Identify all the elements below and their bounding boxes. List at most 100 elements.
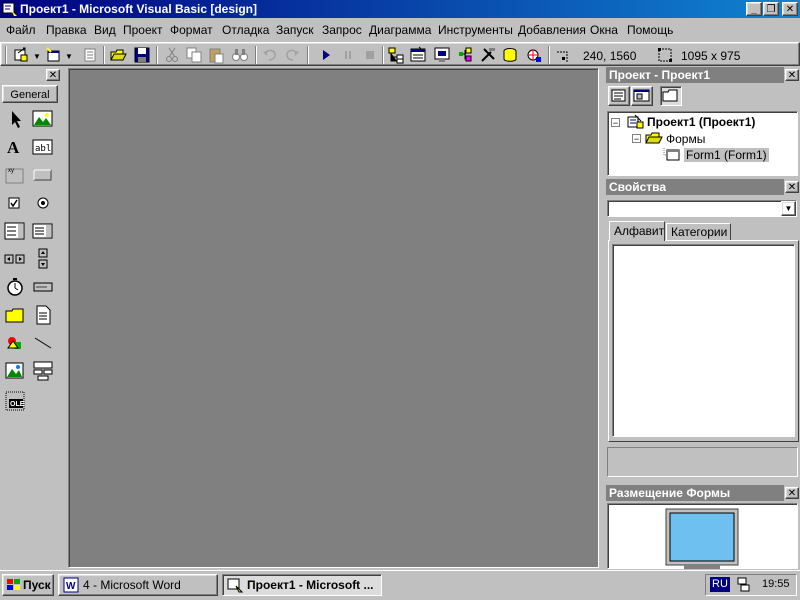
paste-icon[interactable]: [207, 46, 225, 64]
checkbox-tool[interactable]: [4, 192, 26, 214]
toggle-folders-button[interactable]: [660, 86, 682, 106]
tab-categorized[interactable]: Категории: [666, 223, 731, 241]
project-explorer-icon[interactable]: [387, 46, 405, 64]
start-icon[interactable]: [317, 46, 335, 64]
mdi-workspace[interactable]: [68, 68, 599, 568]
start-label: Пуск: [23, 578, 51, 592]
toolbar-separator: [307, 46, 309, 64]
data-view-icon[interactable]: [502, 46, 520, 64]
menu-view[interactable]: Вид: [94, 23, 116, 37]
view-object-icon: [633, 89, 650, 102]
properties-window-icon[interactable]: [409, 46, 427, 64]
taskbar-word-button[interactable]: W 4 - Microsoft Word: [58, 574, 218, 596]
label-tool[interactable]: A: [4, 136, 26, 158]
toolbar-grip[interactable]: [5, 46, 7, 64]
menu-help[interactable]: Помощь: [627, 23, 673, 37]
menu-run[interactable]: Запуск: [276, 23, 314, 37]
form-layout-area[interactable]: [607, 503, 798, 569]
ole-tool[interactable]: OLE: [4, 390, 26, 412]
chevron-down-icon[interactable]: ▼: [781, 201, 796, 216]
picturebox-tool[interactable]: [32, 108, 54, 130]
monitor-icon: [665, 508, 739, 569]
maximize-button[interactable]: ❐: [763, 2, 779, 16]
menu-editor-icon[interactable]: [81, 46, 99, 64]
vscrollbar-tool[interactable]: [32, 248, 54, 270]
undo-icon[interactable]: [261, 46, 279, 64]
shape-tool[interactable]: [4, 332, 26, 354]
svg-text:A: A: [7, 138, 20, 157]
menu-format[interactable]: Формат: [170, 23, 213, 37]
drivelistbox-tool[interactable]: [32, 276, 54, 298]
network-icon[interactable]: [736, 576, 750, 594]
save-icon[interactable]: [133, 46, 151, 64]
line-tool[interactable]: [32, 332, 54, 354]
start-button[interactable]: Пуск: [2, 574, 54, 596]
menu-edit[interactable]: Правка: [46, 23, 87, 37]
properties-panel-close-button[interactable]: ✕: [785, 181, 799, 193]
commandbutton-tool[interactable]: [32, 164, 54, 186]
frame-icon: xy: [5, 168, 24, 184]
data-tool[interactable]: [32, 360, 54, 382]
collapse-toggle[interactable]: −: [611, 118, 620, 128]
menu-project[interactable]: Проект: [123, 23, 163, 37]
add-project-icon[interactable]: [13, 46, 31, 64]
form-layout-panel-close-button[interactable]: ✕: [785, 487, 799, 499]
add-form-dropdown-icon[interactable]: ▼: [65, 52, 73, 61]
tab-alphabetic[interactable]: Алфавит: [609, 221, 665, 241]
clock: 19:55: [762, 578, 790, 590]
filelistbox-tool[interactable]: [32, 304, 54, 326]
visual-component-manager-icon[interactable]: [525, 46, 543, 64]
cut-icon[interactable]: [163, 46, 181, 64]
title-bar[interactable]: Проект1 - Microsoft Visual Basic [design…: [0, 0, 800, 18]
tree-forms-folder[interactable]: Формы: [666, 132, 705, 146]
object-browser-icon[interactable]: [456, 46, 474, 64]
project-tree[interactable]: − Проект1 (Проект1) − Формы Form1 (Form1…: [607, 111, 798, 176]
close-button[interactable]: ✕: [782, 2, 798, 16]
menu-diagram[interactable]: Диаграмма: [369, 23, 431, 37]
menu-window[interactable]: Окна: [590, 23, 618, 37]
menu-query[interactable]: Запрос: [322, 23, 362, 37]
project-panel-close-button[interactable]: ✕: [785, 69, 799, 81]
copy-icon[interactable]: [185, 46, 203, 64]
properties-grid[interactable]: [612, 244, 795, 437]
object-selector-combobox[interactable]: ▼: [607, 200, 797, 217]
stop-icon[interactable]: [361, 46, 379, 64]
menu-tools[interactable]: Инструменты: [438, 23, 513, 37]
toolbar-separator: [255, 46, 257, 64]
menu-bar: Файл Правка Вид Проект Формат Отладка За…: [0, 20, 800, 40]
word-icon: W: [63, 577, 79, 593]
hscrollbar-tool[interactable]: [4, 248, 26, 270]
dirlistbox-tool[interactable]: [4, 304, 26, 326]
add-form-icon[interactable]: [45, 46, 63, 64]
minimize-button[interactable]: _: [746, 2, 762, 16]
toolbox-close-button[interactable]: ✕: [46, 69, 60, 81]
menu-debug[interactable]: Отладка: [222, 23, 269, 37]
tree-project-node[interactable]: Проект1 (Проект1): [647, 115, 755, 129]
menu-addins[interactable]: Добавления: [518, 23, 586, 37]
menu-file[interactable]: Файл: [6, 23, 36, 37]
image-tool[interactable]: [4, 360, 26, 382]
language-indicator[interactable]: RU: [710, 577, 730, 592]
find-icon[interactable]: [231, 46, 249, 64]
add-project-dropdown-icon[interactable]: ▼: [33, 52, 41, 61]
frame-tool[interactable]: xy: [4, 164, 26, 186]
form-layout-icon[interactable]: [433, 46, 451, 64]
taskbar-vb-button[interactable]: Проект1 - Microsoft ...: [222, 574, 382, 596]
textbox-tool[interactable]: abl: [32, 136, 54, 158]
taskbar: Пуск W 4 - Microsoft Word Проект1 - Micr…: [0, 570, 800, 600]
redo-icon[interactable]: [283, 46, 301, 64]
combobox-tool[interactable]: [4, 220, 26, 242]
timer-tool[interactable]: [4, 276, 26, 298]
tree-form1-item[interactable]: Form1 (Form1): [684, 148, 769, 162]
pointer-tool[interactable]: [4, 108, 26, 130]
open-folder-icon[interactable]: [109, 46, 127, 64]
listbox-tool[interactable]: [32, 220, 54, 242]
toolbox-icon[interactable]: [479, 46, 497, 64]
collapse-toggle[interactable]: −: [632, 134, 641, 144]
view-code-button[interactable]: [608, 86, 630, 106]
vb-app-icon[interactable]: [2, 1, 18, 17]
toolbox-general-tab[interactable]: General: [2, 85, 58, 103]
optionbutton-tool[interactable]: [32, 192, 54, 214]
pause-icon[interactable]: [339, 46, 357, 64]
view-object-button[interactable]: [631, 86, 653, 106]
